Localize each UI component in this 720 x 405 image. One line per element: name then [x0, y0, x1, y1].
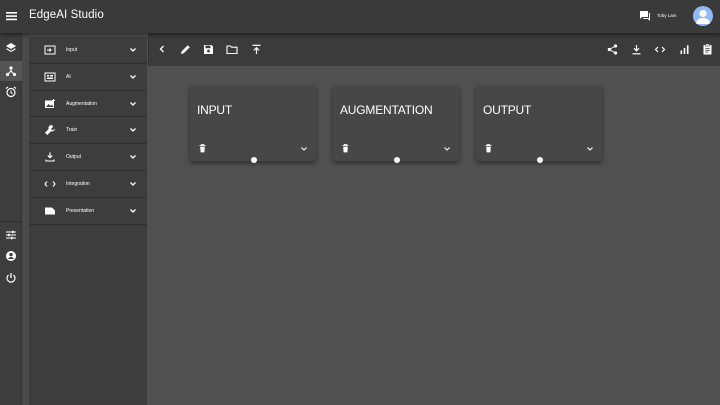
app-title: EdgeAI Studio: [29, 9, 104, 21]
download-icon: [44, 151, 56, 163]
edit-icon: [180, 44, 190, 54]
output-port[interactable]: [394, 157, 400, 163]
sidebar-item-label: Presentation: [66, 207, 95, 214]
sidebar-item-label: Train: [66, 127, 78, 134]
trash-icon[interactable]: [341, 144, 350, 153]
rail-settings-button[interactable]: [0, 225, 22, 245]
input-icon: [44, 44, 56, 56]
folder-icon: [226, 44, 238, 54]
upload-button[interactable]: [249, 42, 263, 56]
back-button[interactable]: [155, 42, 169, 56]
node-title: INPUT: [197, 103, 233, 117]
sidebar-gutter: [22, 33, 29, 405]
sidebar-item-label: Output: [66, 154, 82, 161]
sidebar-item-label: AI: [66, 73, 71, 80]
open-folder-button[interactable]: [225, 42, 239, 56]
user-silhouette-icon: [696, 9, 710, 24]
save-button[interactable]: [201, 42, 215, 56]
pipeline-icon: [5, 66, 17, 77]
slideshow-icon: [44, 205, 56, 217]
rail-schedule-button[interactable]: [0, 82, 22, 102]
download-button[interactable]: [629, 42, 643, 56]
chevron-down-icon[interactable]: [443, 145, 451, 153]
trash-icon[interactable]: [484, 144, 493, 153]
navigation-rail: [0, 33, 22, 405]
chevron-down-icon[interactable]: [129, 100, 137, 108]
bar-chart-icon: [680, 44, 688, 54]
clipboard-icon: [703, 43, 711, 55]
avatar[interactable]: [693, 6, 713, 26]
edit-button[interactable]: [178, 42, 192, 56]
back-icon: [159, 45, 164, 53]
upload-icon: [252, 44, 260, 54]
share-icon: [607, 43, 617, 55]
code-icon: [654, 46, 666, 52]
node-title: AUGMENTATION: [340, 103, 433, 117]
sidebar-item-train[interactable]: Train: [29, 117, 147, 145]
chevron-down-icon[interactable]: [586, 145, 594, 153]
image-icon: [44, 98, 56, 110]
rail-account-button[interactable]: [0, 246, 22, 266]
statistics-button[interactable]: [677, 42, 691, 56]
chevron-down-icon[interactable]: [129, 126, 137, 134]
node-card-input[interactable]: INPUT: [190, 86, 316, 163]
sidebar-item-augmentation[interactable]: Augmentation: [29, 91, 147, 118]
rail-divider: [0, 221, 22, 222]
output-port[interactable]: [537, 157, 543, 163]
sidebar-item-integration[interactable]: Integration: [29, 171, 147, 198]
save-icon: [203, 44, 213, 54]
user-name[interactable]: Toby Lam: [657, 13, 677, 18]
chevron-down-icon[interactable]: [129, 153, 137, 161]
chevron-down-icon[interactable]: [129, 180, 137, 188]
power-icon: [6, 273, 16, 283]
ai-chip-icon: [44, 71, 56, 83]
chevron-down-icon[interactable]: [300, 145, 308, 153]
rail-pipeline-button[interactable]: [0, 61, 22, 81]
sidebar-item-label: Integration: [66, 180, 90, 187]
sidebar-item-presentation[interactable]: Presentation: [29, 198, 147, 225]
top-app-bar: EdgeAI Studio Toby Lam: [0, 0, 720, 33]
output-port[interactable]: [251, 157, 257, 163]
hamburger-menu-icon[interactable]: [4, 8, 20, 24]
wrench-icon: [44, 124, 56, 136]
sidebar-item-ai[interactable]: AI: [29, 64, 147, 91]
code-arrows-icon: [44, 178, 56, 190]
rail-layers-button[interactable]: [0, 38, 22, 58]
node-card-output[interactable]: OUTPUT: [476, 86, 602, 163]
node-title: OUTPUT: [483, 103, 532, 117]
layers-icon: [6, 43, 16, 52]
download-icon: [632, 44, 640, 54]
component-sidebar: Input AI Augmentation Train Output Integ…: [29, 37, 147, 405]
chevron-down-icon[interactable]: [129, 73, 137, 81]
chevron-down-icon[interactable]: [129, 46, 137, 54]
chat-icon[interactable]: [639, 10, 651, 22]
node-card-augmentation[interactable]: AUGMENTATION: [333, 86, 459, 163]
sidebar-item-label: Augmentation: [66, 100, 97, 107]
share-button[interactable]: [605, 42, 619, 56]
chevron-down-icon[interactable]: [129, 207, 137, 215]
sidebar-item-output[interactable]: Output: [29, 144, 147, 171]
editor-toolbar: [148, 33, 720, 66]
sidebar-item-label: Input: [66, 47, 78, 53]
clipboard-button[interactable]: [700, 42, 714, 56]
sliders-icon: [6, 230, 16, 240]
code-view-button[interactable]: [653, 42, 667, 56]
sidebar-item-input[interactable]: Input: [29, 37, 147, 64]
alarm-clock-icon: [5, 86, 17, 98]
rail-power-button[interactable]: [0, 268, 22, 288]
trash-icon[interactable]: [198, 144, 207, 153]
account-icon: [6, 251, 16, 261]
